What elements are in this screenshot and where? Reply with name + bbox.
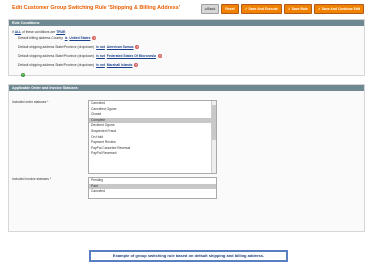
page-title: Edit Customer Group Switching Rule 'Ship… (12, 5, 180, 11)
add-condition-icon[interactable]: + (21, 73, 25, 77)
arrow-left-icon: ◂ (204, 7, 207, 11)
back-button[interactable]: ◂ Back (200, 4, 220, 14)
save-rule-button[interactable]: ✓ Save Rule (283, 4, 312, 14)
condition-value[interactable]: Federated States Of Micronesia (107, 54, 156, 58)
conditions-intro: If ALL of these conditions are TRUE: (12, 30, 67, 34)
remove-icon[interactable]: ✕ (134, 63, 139, 68)
remove-icon[interactable]: ✕ (92, 36, 97, 41)
scrollbar[interactable] (211, 101, 216, 173)
invoice-statuses-label: Included invoice statuses * (12, 177, 52, 181)
list-option[interactable]: Canceled (89, 189, 216, 195)
value-selector[interactable]: TRUE (56, 30, 65, 34)
operator-selector[interactable]: is not (96, 63, 105, 67)
condition-row: Default billing address Country is Unite… (18, 36, 97, 41)
operator-selector[interactable]: is (65, 36, 68, 40)
remove-icon[interactable]: ✕ (157, 54, 162, 59)
check-icon: ✓ (317, 7, 321, 11)
save-and-execute-button[interactable]: ✓ Save And Execute (240, 4, 282, 14)
operator-selector[interactable]: is not (96, 45, 105, 49)
condition-row: Default shipping address State/Province … (18, 63, 139, 68)
condition-row: Default shipping address State/Province … (18, 45, 140, 50)
check-icon: ✓ (244, 7, 248, 11)
operator-selector[interactable]: is not (96, 54, 105, 58)
rule-conditions-section: Rule Conditions If ALL of these conditio… (8, 19, 365, 77)
toolbar: ◂ Back Reset ✓ Save And Execute ✓ Save Rule… (200, 4, 364, 14)
caption: Example of group switching rule based on… (89, 250, 288, 262)
invoice-statuses-multiselect[interactable]: Pending Paid Canceled (88, 177, 217, 199)
condition-value[interactable]: Marshall Islands (107, 63, 133, 67)
condition-row: Default shipping address State/Province … (18, 54, 162, 59)
save-and-continue-button[interactable]: ✓ Save And Continue Edit (313, 4, 364, 14)
reset-button[interactable]: Reset (221, 4, 239, 14)
section-header: Applicable Order and Invoice Statuses (9, 85, 364, 91)
check-icon: ✓ (287, 7, 291, 11)
order-statuses-label: Included order statuses * (12, 100, 49, 104)
list-option[interactable]: PayPal Reversed (89, 151, 216, 157)
scrollbar-thumb[interactable] (212, 105, 216, 140)
condition-value[interactable]: United States (69, 36, 90, 40)
section-header: Rule Conditions (9, 20, 364, 26)
remove-icon[interactable]: ✕ (135, 45, 140, 50)
order-statuses-multiselect[interactable]: Canceled Cancelled Ogone Closed Complete… (88, 100, 217, 174)
condition-value[interactable]: American Samoa (107, 45, 134, 49)
statuses-section: Applicable Order and Invoice Statuses In… (8, 84, 365, 232)
